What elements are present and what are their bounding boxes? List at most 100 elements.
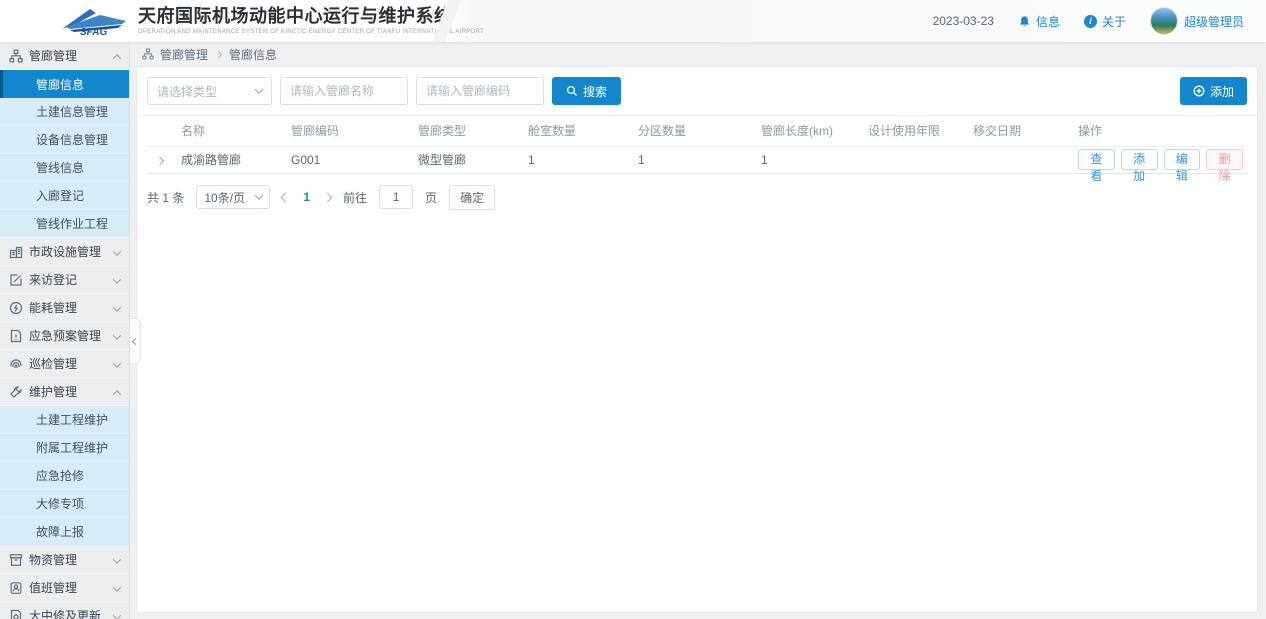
edit-square-icon bbox=[9, 273, 23, 287]
sidebar-item-visitor-register[interactable]: 来访登记 bbox=[0, 266, 129, 294]
sidebar-item-pipeline-works[interactable]: 管线作业工程 bbox=[0, 210, 129, 238]
about-label: 关于 bbox=[1102, 13, 1126, 30]
cell-design-life bbox=[864, 146, 969, 173]
page-size-value: 10条/页 bbox=[204, 189, 245, 206]
chevron-down-icon bbox=[113, 555, 121, 563]
expand-column-header bbox=[147, 116, 177, 146]
app-title: 天府国际机场动能中心运行与维护系统 bbox=[138, 7, 484, 27]
cell-cabin-count: 1 bbox=[524, 146, 634, 173]
messages-label: 信息 bbox=[1036, 13, 1060, 30]
username: 超级管理员 bbox=[1184, 13, 1244, 30]
sidebar-item-overhaul-special[interactable]: 大修专项 bbox=[0, 490, 129, 518]
add-row-button[interactable]: 添加 bbox=[1121, 149, 1158, 170]
sidebar: 管廊管理 管廊信息 土建信息管理 设备信息管理 管线信息 入廊登记 管线作业工程… bbox=[0, 42, 130, 619]
overhaul-icon bbox=[9, 609, 23, 619]
cell-name: 成渝路管廊 bbox=[177, 146, 287, 173]
next-page-icon[interactable] bbox=[323, 192, 333, 202]
sidebar-item-corridor-mgmt[interactable]: 管廊管理 bbox=[0, 42, 129, 70]
type-select[interactable]: 请选择类型 bbox=[147, 77, 272, 105]
sidebar-item-civil-info[interactable]: 土建信息管理 bbox=[0, 98, 129, 126]
chevron-down-icon bbox=[113, 611, 121, 619]
column-header: 舱室数量 bbox=[524, 116, 634, 146]
chevron-down-icon bbox=[113, 247, 121, 255]
sidebar-item-municipal-facilities[interactable]: 市政设施管理 bbox=[0, 238, 129, 266]
messages-link[interactable]: 信息 bbox=[1018, 13, 1060, 30]
sidebar-item-auxiliary-maintenance[interactable]: 附属工程维护 bbox=[0, 434, 129, 462]
cell-zone-count: 1 bbox=[634, 146, 757, 173]
chevron-down-icon bbox=[113, 303, 121, 311]
app-title-block: 天府国际机场动能中心运行与维护系统 OPERATION AND MAINTENA… bbox=[138, 7, 484, 35]
search-button-label: 搜索 bbox=[583, 83, 607, 100]
sidebar-item-materials-mgmt[interactable]: 物资管理 bbox=[0, 546, 129, 574]
breadcrumb-parent[interactable]: 管廊管理 bbox=[160, 46, 208, 63]
chevron-down-icon bbox=[113, 331, 121, 339]
sidebar-item-equipment-info[interactable]: 设备信息管理 bbox=[0, 126, 129, 154]
chevron-up-icon bbox=[113, 390, 121, 398]
chevron-down-icon bbox=[255, 191, 263, 199]
plus-circle-icon bbox=[1193, 85, 1205, 97]
bell-icon bbox=[1018, 15, 1031, 28]
column-header: 管廊类型 bbox=[414, 116, 524, 146]
sidebar-item-emergency-plan[interactable]: 应急预案管理 bbox=[0, 322, 129, 350]
badge-icon bbox=[9, 581, 23, 595]
breadcrumb: 管廊管理 管廊信息 bbox=[136, 42, 1258, 66]
row-expand-icon[interactable] bbox=[156, 156, 164, 164]
sidebar-item-major-repair-update[interactable]: 大中修及更新 bbox=[0, 602, 129, 619]
about-link[interactable]: i 关于 bbox=[1084, 13, 1126, 30]
sidebar-item-corridor-info[interactable]: 管廊信息 bbox=[0, 70, 129, 98]
sidebar-item-civil-maintenance[interactable]: 土建工程维护 bbox=[0, 406, 129, 434]
total-count-label: 共 1 条 bbox=[147, 189, 184, 206]
page-unit-label: 页 bbox=[425, 189, 437, 206]
corridor-name-input[interactable] bbox=[280, 77, 408, 105]
chevron-down-icon bbox=[113, 359, 121, 367]
cell-length: 1 bbox=[757, 146, 864, 173]
corridor-code-input[interactable] bbox=[416, 77, 544, 105]
column-header: 分区数量 bbox=[634, 116, 757, 146]
search-icon bbox=[566, 85, 578, 97]
page-size-select[interactable]: 10条/页 bbox=[196, 185, 270, 209]
content-panel: 请选择类型 搜索 添加 bbox=[136, 66, 1258, 613]
app-root: SFAG 天府国际机场动能中心运行与维护系统 OPERATION AND MAI… bbox=[0, 0, 1266, 619]
sidebar-item-duty-mgmt[interactable]: 值班管理 bbox=[0, 574, 129, 602]
chevron-right-icon bbox=[215, 50, 222, 57]
main-content: 管廊管理 管廊信息 请选择类型 搜索 添加 bbox=[130, 42, 1266, 619]
add-button[interactable]: 添加 bbox=[1180, 77, 1247, 105]
column-header: 名称 bbox=[177, 116, 287, 146]
breadcrumb-current: 管廊信息 bbox=[229, 46, 277, 63]
sidebar-item-inspection-mgmt[interactable]: 巡检管理 bbox=[0, 350, 129, 378]
chevron-up-icon bbox=[113, 54, 121, 62]
chevron-down-icon bbox=[113, 275, 121, 283]
municipal-icon bbox=[9, 245, 23, 259]
current-date: 2023-03-23 bbox=[933, 14, 994, 28]
pagination: 共 1 条 10条/页 1 前往 页 确定 bbox=[137, 174, 1257, 221]
wrench-icon bbox=[9, 385, 23, 399]
confirm-button[interactable]: 确定 bbox=[449, 185, 495, 210]
filter-bar: 请选择类型 搜索 添加 bbox=[137, 67, 1257, 116]
sidebar-item-pipeline-info[interactable]: 管线信息 bbox=[0, 154, 129, 182]
page-number[interactable]: 1 bbox=[301, 190, 312, 204]
delete-button[interactable]: 删除 bbox=[1206, 149, 1243, 170]
sidebar-item-fault-report[interactable]: 故障上报 bbox=[0, 518, 129, 546]
svg-text:SFAG: SFAG bbox=[80, 27, 107, 37]
sitemap-icon bbox=[9, 49, 23, 63]
goto-label: 前往 bbox=[343, 189, 367, 206]
search-button[interactable]: 搜索 bbox=[552, 77, 621, 105]
sidebar-item-entry-register[interactable]: 入廊登记 bbox=[0, 182, 129, 210]
goto-page-input[interactable] bbox=[379, 185, 413, 209]
user-avatar bbox=[1150, 7, 1178, 35]
sidebar-item-energy-mgmt[interactable]: 能耗管理 bbox=[0, 294, 129, 322]
sidebar-item-maintenance-mgmt[interactable]: 维护管理 bbox=[0, 378, 129, 406]
chevron-left-icon bbox=[131, 337, 138, 344]
sitemap-icon bbox=[142, 48, 154, 60]
view-button[interactable]: 查看 bbox=[1078, 149, 1115, 170]
prev-page-icon[interactable] bbox=[281, 192, 291, 202]
sidebar-collapse-handle[interactable] bbox=[130, 318, 141, 364]
sidebar-item-emergency-repair[interactable]: 应急抢修 bbox=[0, 462, 129, 490]
app-subtitle: OPERATION AND MAINTENANCE SYSTEM OF KINE… bbox=[138, 29, 484, 36]
column-header: 操作 bbox=[1074, 116, 1247, 146]
cell-type: 微型管廊 bbox=[414, 146, 524, 173]
user-menu[interactable]: 超级管理员 bbox=[1150, 7, 1244, 35]
box-icon bbox=[9, 553, 23, 567]
edit-button[interactable]: 编辑 bbox=[1164, 149, 1201, 170]
add-button-label: 添加 bbox=[1210, 83, 1234, 100]
